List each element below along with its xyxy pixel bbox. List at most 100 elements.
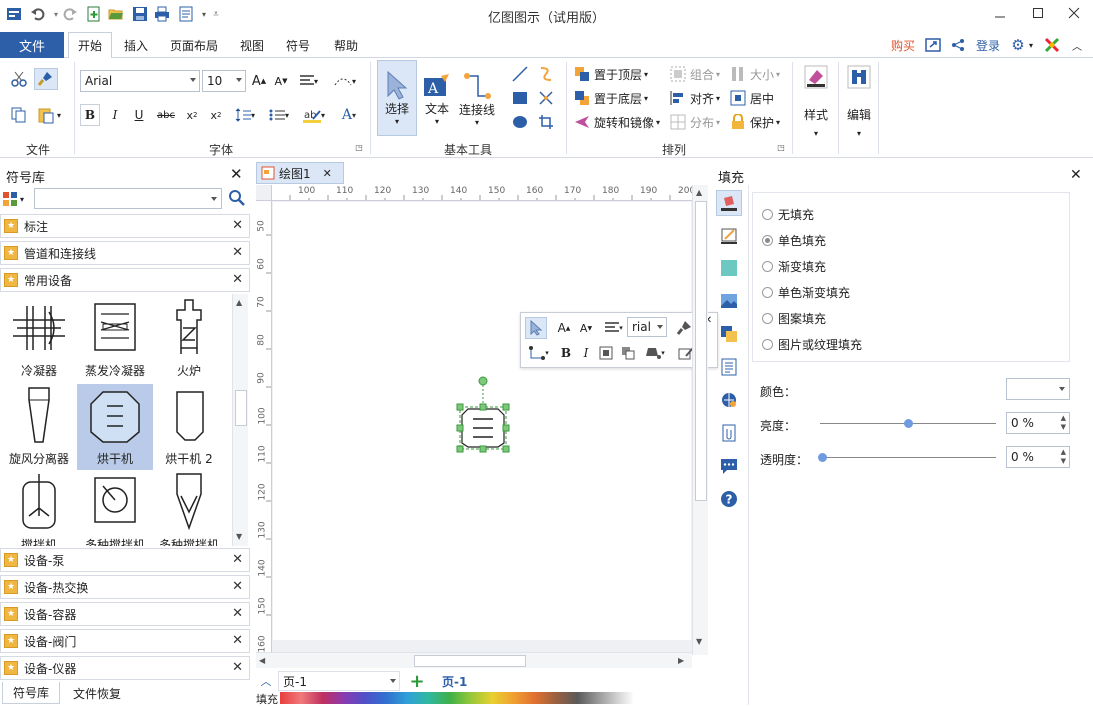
help-side-icon[interactable]: ? — [716, 486, 742, 512]
tab-symbol[interactable]: 符号 — [278, 32, 318, 58]
document-tab[interactable]: 绘图1 ✕ — [256, 162, 344, 184]
brightness-slider-thumb[interactable] — [904, 419, 913, 428]
line-spacing-icon[interactable]: ▾ — [230, 104, 260, 126]
page-list-up-icon[interactable]: ︿ — [258, 673, 274, 689]
comment-side-icon[interactable] — [716, 453, 742, 479]
hyperlink-side-icon[interactable] — [716, 387, 742, 413]
cross-point-icon[interactable] — [536, 88, 556, 108]
superscript-button[interactable]: x2 — [206, 104, 226, 126]
scrollbar-thumb[interactable] — [695, 201, 707, 501]
symbol-dryer-selected[interactable]: 烘干机 — [77, 384, 153, 470]
font-shrink-icon[interactable]: A ▼ — [272, 71, 290, 91]
close-category-icon[interactable]: ✕ — [232, 579, 243, 594]
strikethrough-button[interactable]: abc — [154, 104, 178, 126]
select-tool-button[interactable]: 选择 ▾ — [377, 60, 417, 136]
edit-button[interactable]: 编辑 ▾ — [842, 64, 876, 150]
canvas-vertical-scrollbar[interactable]: ▲ ▼ — [692, 185, 708, 655]
mini-font-grow-icon[interactable]: A ▲ — [555, 319, 573, 337]
fill-option-solid[interactable]: 单色填充 — [762, 232, 826, 249]
text-tool-button[interactable]: A 文本 ▾ — [420, 62, 454, 136]
collapse-ribbon-icon[interactable]: ︿ — [1068, 32, 1086, 58]
mini-pointer-icon[interactable] — [525, 317, 547, 339]
mini-font-shrink-icon[interactable]: A ▼ — [577, 319, 595, 337]
close-category-icon[interactable]: ✕ — [232, 633, 243, 648]
bold-button[interactable]: B — [80, 104, 100, 126]
bullets-icon[interactable]: ▾ — [264, 104, 294, 126]
buy-link[interactable]: 购买 — [886, 32, 920, 58]
scroll-right-icon[interactable]: ▶ — [678, 656, 684, 665]
scrollbar-thumb[interactable] — [414, 655, 526, 667]
style-button[interactable]: 样式 ▾ — [798, 64, 834, 150]
symbol-dryer-2[interactable]: 烘干机 2 — [152, 386, 226, 472]
tab-help[interactable]: 帮助 — [326, 32, 366, 58]
crop-icon[interactable] — [536, 112, 556, 132]
paragraph-align-icon[interactable]: ▾ — [296, 71, 322, 91]
scroll-left-icon[interactable]: ◀ — [259, 656, 265, 665]
search-icon[interactable] — [228, 189, 246, 207]
close-category-icon[interactable]: ✕ — [232, 272, 243, 287]
image-side-icon[interactable] — [716, 288, 742, 314]
symbol-multi-mixer-2[interactable]: 多种搅拌机 — [152, 472, 226, 546]
color-picker[interactable] — [1006, 378, 1070, 400]
page-select[interactable]: 页-1 — [278, 671, 400, 691]
tab-insert[interactable]: 插入 — [116, 32, 156, 58]
library-category-instruments[interactable]: ★ 设备-仪器 ✕ — [0, 656, 250, 680]
library-search-input[interactable] — [34, 188, 222, 209]
mini-connector-icon[interactable]: ▾ — [525, 343, 553, 363]
edraw-logo-icon[interactable] — [1042, 32, 1062, 58]
highlight-color-icon[interactable]: ab ▾ — [298, 104, 330, 126]
font-grow-icon[interactable]: A ▲ — [250, 71, 268, 91]
symbol-multi-mixer[interactable]: 多种搅拌机 — [78, 472, 152, 546]
close-category-icon[interactable]: ✕ — [232, 606, 243, 621]
group-button[interactable]: 组合 ▾ — [670, 64, 726, 84]
font-size-select[interactable]: 10 — [202, 70, 246, 92]
canvas-horizontal-scrollbar[interactable]: ◀ ▶ — [256, 652, 692, 668]
fill-option-pattern[interactable]: 图案填充 — [762, 310, 826, 327]
fill-option-texture[interactable]: 图片或纹理填充 — [762, 336, 862, 353]
scrollbar-thumb[interactable] — [235, 390, 247, 426]
scroll-down-icon[interactable]: ▼ — [696, 637, 702, 646]
library-category-annotation[interactable]: ★ 标注 ✕ — [0, 214, 250, 238]
ellipse-tool-icon[interactable] — [510, 112, 530, 132]
line-tool-icon[interactable] — [510, 64, 530, 84]
share-screen-icon[interactable] — [922, 32, 944, 58]
close-category-icon[interactable]: ✕ — [232, 552, 243, 567]
rotate-mirror-button[interactable]: 旋转和镜像 ▾ — [574, 112, 666, 132]
scroll-up-icon[interactable]: ▲ — [236, 298, 242, 307]
brightness-input[interactable]: 0 % ▲ ▼ — [1006, 412, 1070, 434]
fill-option-gradient[interactable]: 渐变填充 — [762, 258, 826, 275]
spinner-icon[interactable]: ▲ ▼ — [1061, 448, 1066, 466]
library-category-vessels[interactable]: ★ 设备-容器 ✕ — [0, 602, 250, 626]
close-category-icon[interactable]: ✕ — [232, 660, 243, 675]
symbol-condenser[interactable]: 冷凝器 — [2, 298, 76, 384]
tab-view[interactable]: 视图 — [232, 32, 272, 58]
text-path-icon[interactable]: ▾ — [330, 71, 360, 91]
transparency-slider-thumb[interactable] — [818, 453, 827, 462]
login-link[interactable]: 登录 — [972, 32, 1004, 58]
attachment-side-icon[interactable] — [716, 420, 742, 446]
center-button[interactable]: 居中 — [730, 88, 786, 108]
tab-home[interactable]: 开始 — [68, 32, 112, 59]
italic-button[interactable]: I — [106, 104, 124, 126]
library-scrollbar[interactable]: ▲ ▼ — [232, 294, 248, 546]
align-button[interactable]: 对齐 ▾ — [670, 88, 726, 108]
add-page-icon[interactable]: + — [408, 671, 426, 692]
close-fill-panel-icon[interactable]: ✕ — [1070, 167, 1082, 183]
color-swatches[interactable] — [280, 692, 634, 704]
minimize-icon[interactable] — [982, 0, 1018, 26]
fill-option-none[interactable]: 无填充 — [762, 206, 814, 223]
tab-file-recovery[interactable]: 文件恢复 — [64, 682, 130, 704]
mini-fill-icon[interactable]: ▾ — [641, 343, 669, 363]
font-color-icon[interactable]: A ▾ — [334, 104, 364, 126]
curve-connector-icon[interactable] — [536, 64, 556, 84]
transparency-input[interactable]: 0 % ▲ ▼ — [1006, 446, 1070, 468]
mini-italic-button[interactable]: I — [577, 343, 595, 363]
settings-dropdown-icon[interactable]: ▾ — [1026, 32, 1036, 58]
rectangle-tool-icon[interactable] — [510, 88, 530, 108]
maximize-icon[interactable] — [1020, 0, 1056, 26]
transparency-slider-track[interactable] — [820, 457, 996, 458]
page-list-side-icon[interactable] — [716, 354, 742, 380]
copy-icon[interactable] — [8, 104, 30, 126]
symbol-evaporative-condenser[interactable]: 蒸发冷凝器 — [78, 298, 152, 384]
close-category-icon[interactable]: ✕ — [232, 218, 243, 233]
